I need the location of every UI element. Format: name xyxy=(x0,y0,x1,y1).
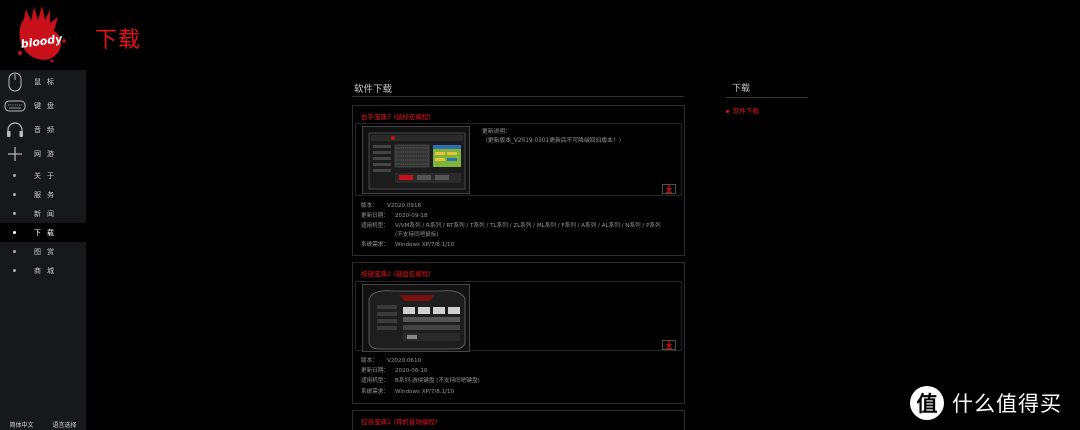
date-value: 2020-06-10 xyxy=(395,368,428,375)
download-icon xyxy=(666,185,672,193)
sidebar-item-online-games[interactable]: 网游 xyxy=(0,142,86,166)
date-label: 更新日期： xyxy=(361,213,389,220)
mouse-icon xyxy=(4,70,26,94)
card-title[interactable]: 血手宝典7 (鼠标宏编程) xyxy=(361,111,431,121)
sidebar-item-about[interactable]: 关于 xyxy=(0,166,86,185)
sidebar-item-mouse[interactable]: 鼠标 xyxy=(0,70,86,94)
requirements-value: Windows XP/7/8.1/10 xyxy=(395,241,455,248)
headset-icon xyxy=(4,118,26,142)
bullet-icon xyxy=(13,174,16,177)
download-card-headset-software: 控音宝典1 (耳机音效编程) xyxy=(352,410,685,430)
plus-icon xyxy=(4,142,26,166)
card-media-row: 更新说明： （更新版本_V2019.0301更新后不可降级回旧版本！） xyxy=(355,123,682,196)
card-info: 版本： V2020.0918 更新日期： 2020-09-18 适用机型： V/VM系… xyxy=(361,201,661,250)
software-screenshot xyxy=(362,126,470,194)
update-notes: 更新说明： （更新版本_V2019.0301更新后不可降级回旧版本！） xyxy=(482,128,625,146)
bullet-icon xyxy=(13,193,16,196)
requirements-row: 系统需求： Windows XP/7/8.1/10 xyxy=(361,240,661,250)
divider xyxy=(726,97,808,98)
date-label: 更新日期： xyxy=(361,368,389,375)
sidebar-item-service[interactable]: 服务 xyxy=(0,185,86,204)
sidebar-item-label: 新闻 xyxy=(34,209,60,218)
bullet-icon xyxy=(13,212,16,215)
requirements-label: 系统需求： xyxy=(361,388,389,395)
sidebar-item-label: 网游 xyxy=(34,150,60,158)
sidebar-item-label: 图赏 xyxy=(34,247,60,256)
link-label: 软件下载 xyxy=(733,107,759,115)
language-select-button[interactable]: 语言选择 xyxy=(43,417,86,430)
software-download-link[interactable]: 软件下载 xyxy=(726,105,759,115)
software-screenshot xyxy=(362,284,470,352)
page-title: 下载 xyxy=(95,28,142,53)
models-label: 适用机型： xyxy=(361,223,389,230)
models-label: 适用机型： xyxy=(361,378,389,385)
section-title: 软件下载 xyxy=(354,84,393,95)
sidebar-footer: 简体中文 语言选择 xyxy=(0,417,86,430)
card-info: 版本： V2020.0610 更新日期： 2020-06-10 适用机型： B系列-游… xyxy=(361,356,661,397)
models-value: B系列-游侠键盘 (不支持同吧键盘) xyxy=(395,378,480,385)
update-notes-text: （更新版本_V2019.0301更新后不可降级回旧版本！） xyxy=(482,138,625,144)
card-title[interactable]: 控音宝典1 (耳机音效编程) xyxy=(361,416,437,426)
watermark-text: 什么值得买 xyxy=(952,392,1062,416)
bullet-icon xyxy=(13,231,16,234)
sidebar: 鼠标 键盘 音频 网游 关于 服务 新闻 下载 图赏 商城 简体中文 语言选择 xyxy=(0,70,86,430)
version-label: 版本： xyxy=(361,203,378,209)
bullet-icon xyxy=(726,109,729,113)
sidebar-item-news[interactable]: 新闻 xyxy=(0,204,86,223)
version-value: V2020.0610 xyxy=(387,358,422,364)
watermark-logo-icon: 值 xyxy=(910,386,944,420)
requirements-label: 系统需求： xyxy=(361,241,389,248)
bullet-icon xyxy=(13,250,16,253)
keyboard-icon xyxy=(4,94,26,118)
download-button[interactable] xyxy=(662,340,676,350)
bullet-icon xyxy=(13,269,16,272)
sidebar-item-audio[interactable]: 音频 xyxy=(0,118,86,142)
version-row: 版本： V2020.0918 xyxy=(361,201,661,211)
sidebar-item-label: 鼠标 xyxy=(34,78,60,86)
requirements-row: 系统需求： Windows XP/7/8.1/10 xyxy=(361,387,661,397)
sidebar-item-label: 商城 xyxy=(34,266,60,275)
download-icon xyxy=(666,341,672,349)
sidebar-item-label: 音频 xyxy=(34,126,60,134)
page-header: bloody 下载 xyxy=(0,0,1080,70)
bloody-logo[interactable]: bloody xyxy=(12,5,74,65)
main-content: 软件下载 血手宝典7 (鼠标宏编程) 更新说明： （更新版本_V2019.030… xyxy=(86,70,1080,430)
language-current[interactable]: 简体中文 xyxy=(0,417,43,430)
version-value: V2020.0918 xyxy=(387,203,422,209)
sidebar-item-label: 关于 xyxy=(34,171,60,180)
download-button[interactable] xyxy=(662,184,676,194)
download-card-mouse-software: 血手宝典7 (鼠标宏编程) 更新说明： （更新版本_V2019.0301更新后不… xyxy=(352,105,685,256)
models-row: 适用机型： B系列-游侠键盘 (不支持同吧键盘) xyxy=(361,376,661,386)
models-value: V/VM系列 / R系列 / RT系列 / T系列 / TL系列 / ZL系列 … xyxy=(395,223,661,230)
sidebar-item-keyboard[interactable]: 键盘 xyxy=(0,94,86,118)
right-column-title: 下载 xyxy=(732,84,751,94)
sidebar-item-store[interactable]: 商城 xyxy=(0,261,86,280)
smzdm-watermark: 值 什么值得买 xyxy=(910,386,1062,420)
date-row: 更新日期： 2020-06-10 xyxy=(361,366,661,376)
sidebar-item-label: 键盘 xyxy=(34,102,60,110)
sidebar-item-gallery[interactable]: 图赏 xyxy=(0,242,86,261)
divider xyxy=(352,96,684,97)
sidebar-item-label: 下载 xyxy=(34,228,60,237)
date-row: 更新日期： 2020-09-18 xyxy=(361,211,661,221)
requirements-value: Windows XP/7/8.1/10 xyxy=(395,388,455,395)
version-row: 版本： V2020.0610 xyxy=(361,356,661,366)
update-notes-label: 更新说明： xyxy=(482,129,511,135)
sidebar-item-label: 服务 xyxy=(34,190,60,199)
sidebar-item-download[interactable]: 下载 xyxy=(0,223,86,242)
date-value: 2020-09-18 xyxy=(395,213,428,220)
version-label: 版本： xyxy=(361,358,378,364)
card-media-row xyxy=(355,281,682,352)
card-title[interactable]: 按键宝典2 (键盘宏编程) xyxy=(361,268,431,278)
download-card-keyboard-software: 按键宝典2 (键盘宏编程) 版本： V2020.0610 更新日期： 2020-… xyxy=(352,262,685,404)
